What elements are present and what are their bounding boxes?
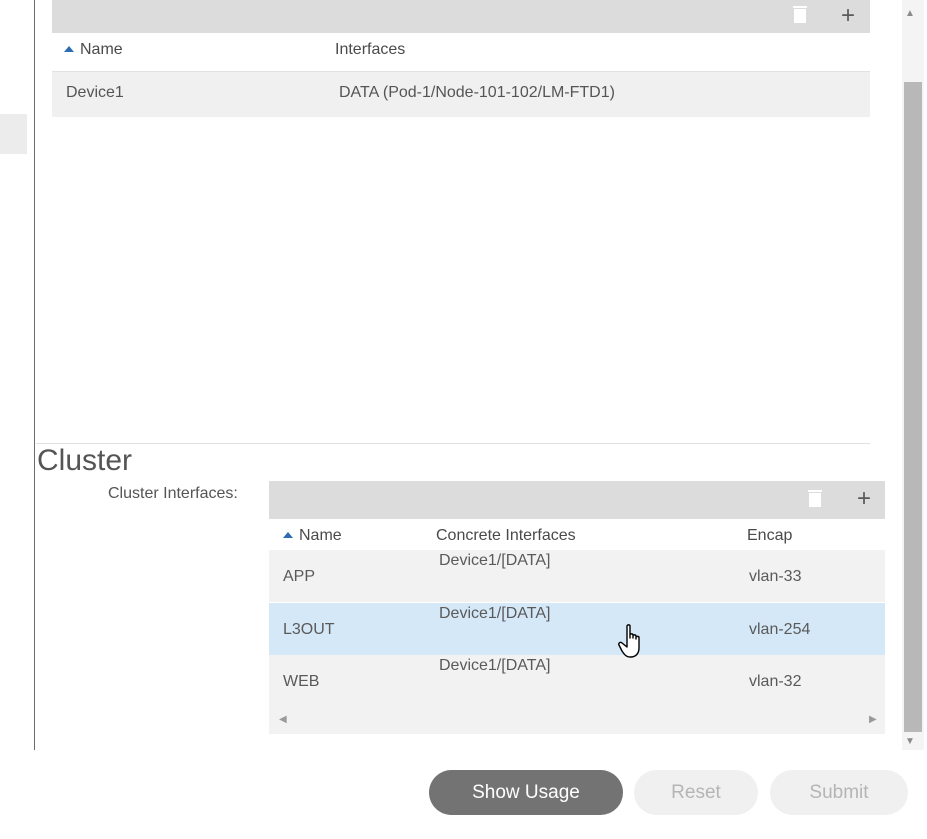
column-header-name[interactable]: Name <box>64 41 123 59</box>
section-title-cluster: Cluster <box>37 444 133 477</box>
section-divider <box>36 443 870 444</box>
plus-icon[interactable]: + <box>852 487 876 511</box>
column-header-name[interactable]: Name <box>283 527 342 545</box>
column-header-concrete-interfaces[interactable]: Concrete Interfaces <box>436 527 576 545</box>
scroll-down-icon[interactable]: ▼ <box>905 736 915 747</box>
interfaces-cell: DATA (Pod-1/Node-101-102/LM-FTD1) <box>339 84 615 101</box>
name-cell: WEB <box>283 673 320 690</box>
horizontal-scrollbar[interactable]: ◀ ▶ <box>269 706 885 734</box>
left-panel-stub <box>0 114 27 154</box>
concrete-interface-cell: Device1/[DATA] <box>439 657 551 674</box>
cluster-table-toolbar: + <box>269 481 885 519</box>
cluster-interfaces-label: Cluster Interfaces: <box>108 485 238 502</box>
column-header-encap[interactable]: Encap <box>747 527 792 545</box>
show-usage-button[interactable]: Show Usage <box>429 770 623 815</box>
scroll-right-icon[interactable]: ▶ <box>869 714 877 725</box>
top-table-toolbar: + <box>52 0 870 33</box>
sort-ascending-icon <box>283 532 293 538</box>
table-row[interactable]: WEB Device1/[DATA] vlan-32 <box>269 655 885 707</box>
scroll-up-icon[interactable]: ▲ <box>905 8 915 19</box>
table-row-selected[interactable]: L3OUT Device1/[DATA] vlan-254 <box>269 603 885 655</box>
concrete-interface-cell: Device1/[DATA] <box>439 605 551 622</box>
concrete-interface-cell: Device1/[DATA] <box>439 552 551 569</box>
left-divider-line <box>34 0 35 750</box>
table-row[interactable]: Device1 DATA (Pod-1/Node-101-102/LM-FTD1… <box>52 71 870 117</box>
column-header-interfaces[interactable]: Interfaces <box>335 41 405 59</box>
encap-cell: vlan-32 <box>749 673 802 690</box>
name-cell: APP <box>283 568 316 585</box>
trash-icon[interactable] <box>803 488 827 512</box>
encap-cell: vlan-254 <box>749 621 811 638</box>
encap-cell: vlan-33 <box>749 568 802 585</box>
sort-ascending-icon <box>64 46 74 52</box>
scroll-left-icon[interactable]: ◀ <box>279 714 287 725</box>
hand-pointer-cursor <box>618 624 648 660</box>
submit-button[interactable]: Submit <box>770 770 908 815</box>
trash-icon[interactable] <box>788 4 812 28</box>
scrollbar-thumb[interactable] <box>904 82 922 732</box>
table-row[interactable]: APP Device1/[DATA] vlan-33 <box>269 550 885 602</box>
reset-button[interactable]: Reset <box>634 770 758 815</box>
plus-icon[interactable]: + <box>836 4 860 28</box>
device-name-cell: Device1 <box>66 84 124 101</box>
name-cell: L3OUT <box>283 621 335 638</box>
